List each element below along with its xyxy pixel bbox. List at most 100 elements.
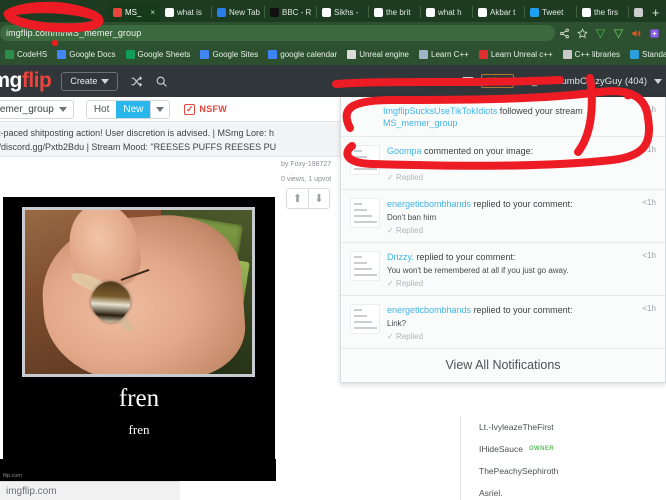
- notification-timestamp: <1h: [642, 251, 656, 260]
- stream-select[interactable]: MS_memer_group: [0, 99, 74, 119]
- bookmark-star-icon[interactable]: [577, 27, 588, 39]
- browser-tab[interactable]: what h: [421, 2, 473, 22]
- user-name: Asriel.: [479, 488, 503, 498]
- notification-timestamp: <1h: [642, 145, 656, 154]
- notification-user-link[interactable]: energeticbombhands: [387, 199, 471, 209]
- notification-timestamp: <1h: [642, 105, 656, 114]
- envelope-icon[interactable]: [462, 75, 474, 87]
- bookmark-label: google calendar: [280, 50, 338, 59]
- notification-user-link[interactable]: Goompa: [387, 146, 422, 156]
- bookmark-item[interactable]: Google Sites: [195, 50, 263, 59]
- notification-user-link[interactable]: energeticbombhands: [387, 305, 471, 315]
- sort-tabs: Hot New: [85, 99, 171, 119]
- shield-icon[interactable]: [595, 28, 606, 39]
- notification-headline: Drizzy. replied to your comment:: [387, 252, 516, 262]
- vote-buttons: ⬆ ⬇: [286, 188, 330, 209]
- meme-watermark: flip.com: [3, 473, 22, 479]
- browser-tab[interactable]: Sikhs -: [317, 2, 369, 22]
- tab-close-icon[interactable]: ×: [150, 8, 155, 17]
- bookmark-label: CodeHS: [17, 50, 48, 59]
- user-list-item[interactable]: IHideSauce OWNER: [461, 438, 666, 460]
- notification-text: Don't ban him: [387, 213, 437, 222]
- post-byline: by Foxy-198727: [281, 161, 332, 168]
- user-list-item[interactable]: Asriel.: [461, 482, 666, 500]
- url-text: imgflip.com/m/MS_memer_group: [6, 28, 142, 38]
- notification-replied-status: ✓ Replied: [387, 226, 424, 235]
- browser-tab[interactable]: the brit: [369, 2, 421, 22]
- bookmark-item[interactable]: Learn C++: [414, 50, 474, 59]
- user-list-item[interactable]: ThePeachySephiroth: [461, 460, 666, 482]
- browser-tab[interactable]: Akbar t: [473, 2, 525, 22]
- bookmark-item[interactable]: Learn Unreal c++: [474, 50, 558, 59]
- tab-hot[interactable]: Hot: [86, 100, 117, 118]
- notification-body: ImgflipSucksUseTikTokIdiots followed you…: [383, 105, 656, 129]
- notification-headline: Goompa commented on your image:: [387, 146, 534, 156]
- user-list-item[interactable]: Lt.-IvyleazeTheFirst: [461, 416, 666, 438]
- notification-count-badge[interactable]: 1560: [481, 74, 515, 88]
- tab-favicon-icon: [113, 7, 122, 17]
- upvote-icon[interactable]: ⬆: [287, 189, 308, 208]
- user-menu-chevron-icon[interactable]: [654, 78, 662, 84]
- bookmark-label: Standa: [642, 50, 666, 59]
- bookmark-label: C++ libraries: [574, 50, 620, 59]
- meme-subtitle: fren: [128, 422, 150, 437]
- nsfw-toggle[interactable]: ✓ NSFW: [184, 103, 227, 115]
- nsfw-checkbox[interactable]: ✓: [184, 103, 196, 115]
- tab-title: MS_: [125, 7, 142, 17]
- user-name: ThePeachySephiroth: [479, 466, 559, 476]
- sort-dropdown-button[interactable]: [150, 100, 170, 118]
- notification-user-link[interactable]: Drizzy.: [387, 252, 414, 262]
- imgflip-logo[interactable]: imgflip: [0, 69, 52, 93]
- url-input[interactable]: imgflip.com/m/MS_memer_group: [0, 25, 555, 41]
- browser-tab[interactable]: Tweet: [525, 2, 577, 22]
- notification-body: energeticbombhands replied to your comme…: [387, 304, 656, 341]
- notification-item[interactable]: Drizzy. replied to your comment: You won'…: [341, 243, 665, 296]
- browser-tab[interactable]: MS_ ×: [108, 2, 160, 22]
- notification-item[interactable]: energeticbombhands replied to your comme…: [341, 296, 665, 349]
- browser-tab[interactable]: BBC - R: [265, 2, 317, 22]
- notification-text: You won't be remembered at all if you ju…: [387, 266, 569, 275]
- notification-item[interactable]: ImgflipSucksUseTikTokIdiots followed you…: [341, 97, 665, 137]
- downvote-icon[interactable]: ⬇: [308, 189, 329, 208]
- meme-photo: [25, 210, 252, 374]
- notification-item[interactable]: energeticbombhands replied to your comme…: [341, 190, 665, 243]
- notification-item[interactable]: Goompa commented on your image: 1. kinda …: [341, 137, 665, 190]
- create-button[interactable]: Create: [61, 71, 119, 91]
- bookmark-item[interactable]: Unreal engine: [342, 50, 414, 59]
- bookmark-item[interactable]: C++ libraries: [558, 50, 625, 59]
- tab-favicon-icon: [165, 7, 174, 17]
- view-all-notifications-button[interactable]: View All Notifications: [341, 349, 665, 382]
- browser-tab[interactable]: the firs: [577, 2, 629, 22]
- bookmark-item[interactable]: Google Sheets: [121, 50, 196, 59]
- tab-favicon-icon: [269, 7, 279, 17]
- username-label[interactable]: 30_ThatdumbCrazyGuy (404): [521, 76, 647, 87]
- shuffle-icon[interactable]: [130, 75, 143, 88]
- bookmark-favicon-icon: [347, 50, 357, 59]
- search-icon[interactable]: [155, 75, 168, 88]
- tab-title: Tweet: [541, 7, 564, 17]
- stream-user-list: Lt.-IvyleazeTheFirst IHideSauce OWNER ThePe…: [460, 416, 666, 500]
- bookmark-item[interactable]: CodeHS: [0, 50, 52, 59]
- meme-post[interactable]: fren fren: [3, 197, 275, 465]
- notification-body: Goompa commented on your image: 1. kinda …: [387, 145, 656, 182]
- notification-replied-status: ✓ Replied: [387, 173, 424, 182]
- notification-stream-link[interactable]: MS_memer_group: [383, 118, 458, 128]
- notification-thumbnail: [350, 304, 380, 334]
- browser-tab[interactable]: . Ancien: [629, 2, 645, 22]
- browser-tab[interactable]: New Tab: [212, 2, 265, 22]
- bookmark-item[interactable]: google calendar: [263, 50, 342, 59]
- browser-tab[interactable]: what is: [160, 2, 212, 22]
- logo-text-img: img: [0, 69, 22, 92]
- notification-text: 1. kinda 2. no: [387, 160, 436, 169]
- tab-title: what is: [177, 7, 202, 17]
- tab-new[interactable]: New: [116, 100, 151, 118]
- new-tab-button[interactable]: +: [645, 2, 666, 22]
- share-icon[interactable]: [559, 28, 570, 39]
- extension-icon[interactable]: [649, 28, 660, 39]
- tab-title: Akbar t: [489, 7, 516, 17]
- speaker-icon[interactable]: [631, 28, 642, 39]
- notification-user-link[interactable]: ImgflipSucksUseTikTokIdiots: [383, 106, 497, 116]
- bookmark-item[interactable]: Google Docs: [52, 50, 120, 59]
- shield-outline-icon[interactable]: [613, 28, 624, 39]
- bookmark-item[interactable]: Standa: [625, 50, 666, 59]
